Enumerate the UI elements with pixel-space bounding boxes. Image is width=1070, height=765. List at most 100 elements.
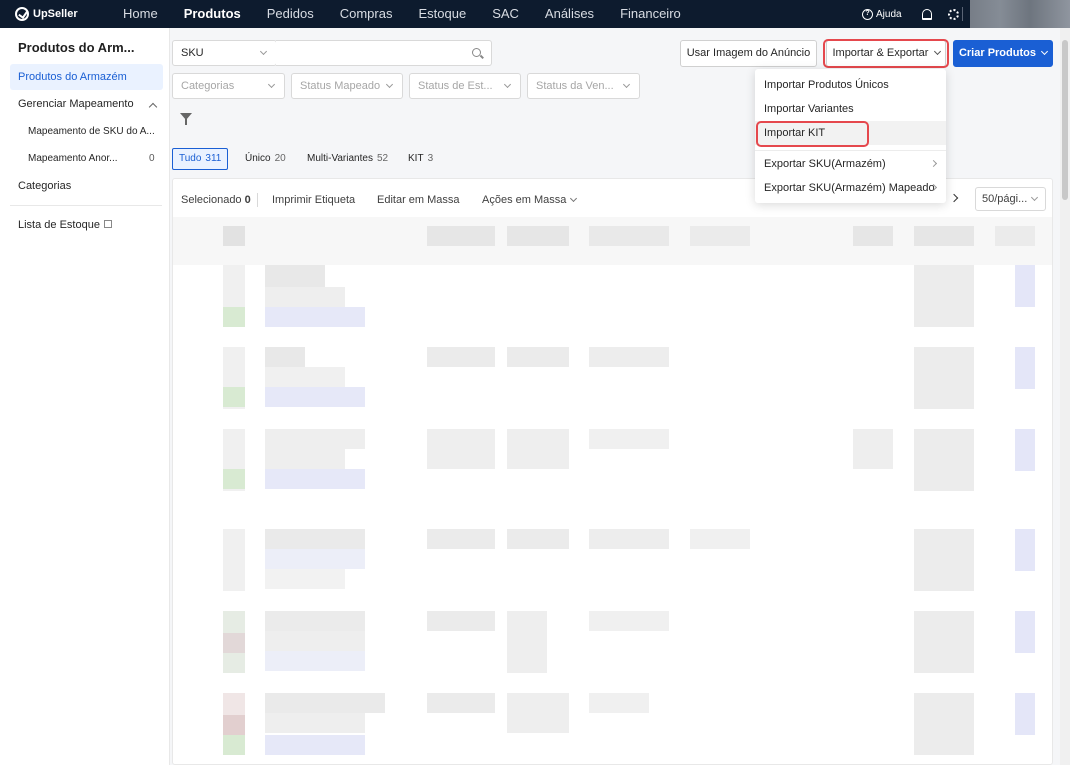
external-link-icon [103,220,112,228]
blurred-block [265,529,365,549]
blurred-block [265,429,365,449]
filter-icon[interactable] [180,113,192,125]
blurred-block [265,265,325,287]
blurred-block [914,611,974,673]
gear-icon[interactable] [947,8,959,20]
blurred-block [507,347,569,367]
nav-estoque[interactable]: Estoque [405,0,479,28]
nav-compras[interactable]: Compras [327,0,406,28]
blurred-block [265,713,365,733]
blurred-block [223,469,245,489]
blurred-block [223,226,245,246]
create-products-button[interactable]: Criar Produtos [953,40,1053,67]
highlight-import-kit [756,121,869,147]
status-mapeado-select[interactable]: Status Mapeado [291,73,403,99]
search-type-select[interactable]: SKU [172,40,277,66]
next-page-icon[interactable] [949,193,959,203]
blurred-block [853,226,893,246]
sidebar-item-mapeamento-sku[interactable]: Mapeamento de SKU do A... [28,126,155,137]
brand-logo[interactable]: UpSeller [15,7,110,21]
page-scrollbar[interactable] [1060,28,1070,765]
menu-item-import-variants[interactable]: Importar Variantes [755,97,946,121]
blurred-block [589,693,649,713]
tab-multi-variantes[interactable]: Multi-Variantes 52 [307,148,388,170]
select-placeholder: Status da Ven... [536,80,614,92]
nav-pedidos[interactable]: Pedidos [254,0,327,28]
tab-kit[interactable]: KIT 3 [408,148,433,170]
tab-count: 3 [427,153,434,164]
tab-tudo[interactable]: Tudo 311 [172,148,229,170]
menu-item-label: Exportar SKU(Armazém) [764,158,886,170]
nav-sac[interactable]: SAC [479,0,532,28]
search-type-value: SKU [181,47,204,59]
create-products-label: Criar Produtos [958,47,1036,59]
help-link[interactable]: ? Ajuda [862,8,902,20]
sidebar-item-categorias[interactable]: Categorias [18,180,188,192]
select-placeholder: Status Mapeado [300,80,381,92]
user-account-blurred[interactable] [970,0,1070,28]
blurred-block [589,611,669,631]
blurred-block [507,611,547,673]
menu-item-import-single[interactable]: Importar Produtos Únicos [755,73,946,97]
blurred-block [223,633,245,653]
blurred-block [995,226,1035,246]
blurred-block [914,529,974,591]
nav-analises[interactable]: Análises [532,0,607,28]
chevron-right-icon [929,159,938,168]
blurred-block [507,529,569,549]
blurred-block [1015,429,1035,471]
nav-financeiro[interactable]: Financeiro [607,0,694,28]
blurred-block [914,693,974,755]
sidebar-item-mapeamento-anormal[interactable]: Mapeamento Anor... [28,153,118,164]
nav-home[interactable]: Home [110,0,171,28]
blurred-block [223,387,245,407]
scrollbar-thumb[interactable] [1062,40,1068,200]
menu-item-export-sku[interactable]: Exportar SKU(Armazém) [755,152,946,176]
bell-icon[interactable] [921,8,932,20]
blurred-block [223,715,245,735]
sidebar-group-mapeamento[interactable]: Gerenciar Mapeamento [18,98,158,110]
bulk-edit-button[interactable]: Editar em Massa [377,194,460,206]
select-placeholder: Categorias [181,80,235,92]
page-size-select[interactable]: 50/pági... [975,187,1046,211]
blurred-block [589,347,669,367]
blurred-block [507,429,569,469]
tab-count: 20 [274,153,286,164]
highlight-import-export [823,39,949,68]
search-input[interactable] [276,40,492,66]
menu-item-export-sku-mapped[interactable]: Exportar SKU(Armazém) Mapeado [755,176,946,200]
blurred-block [507,693,569,733]
tab-unico[interactable]: Único 20 [245,148,286,170]
chevron-down-icon [622,80,631,89]
bulk-actions-button[interactable]: Ações em Massa [482,194,578,206]
status-venda-select[interactable]: Status da Ven... [527,73,640,99]
print-label-button[interactable]: Imprimir Etiqueta [272,194,355,206]
blurred-block [914,347,974,409]
blurred-block [427,611,495,631]
nav-produtos[interactable]: Produtos [171,0,254,28]
selected-label: Selecionado [181,194,242,206]
blurred-block [265,307,365,327]
menu-item-label: Exportar SKU(Armazém) Mapeado [764,182,935,194]
categorias-select[interactable]: Categorias [172,73,285,99]
select-placeholder: Status de Est... [418,80,493,92]
blurred-block [223,529,245,591]
blurred-block [265,367,345,387]
sidebar-item-produtos-armazem[interactable]: Produtos do Armazém [10,64,163,90]
use-listing-image-button[interactable]: Usar Imagem do Anúncio [680,40,817,67]
chevron-down-icon [259,47,268,56]
blurred-block [265,469,365,489]
status-estoque-select[interactable]: Status de Est... [409,73,521,99]
toolbar-divider [257,193,258,207]
sidebar-item-lista-estoque[interactable]: Lista de Estoque [18,219,188,231]
product-table-panel: Selecionado 0 Imprimir Etiqueta Editar e… [172,178,1053,765]
blurred-block [223,735,245,755]
blurred-block [265,449,345,469]
selected-indicator: Selecionado 0 [181,194,251,206]
search-icon[interactable] [472,48,481,57]
blurred-block [265,549,365,569]
upseller-logo-icon [15,7,29,21]
blurred-block [1015,347,1035,389]
blurred-block [914,226,974,246]
blurred-block [1015,693,1035,735]
